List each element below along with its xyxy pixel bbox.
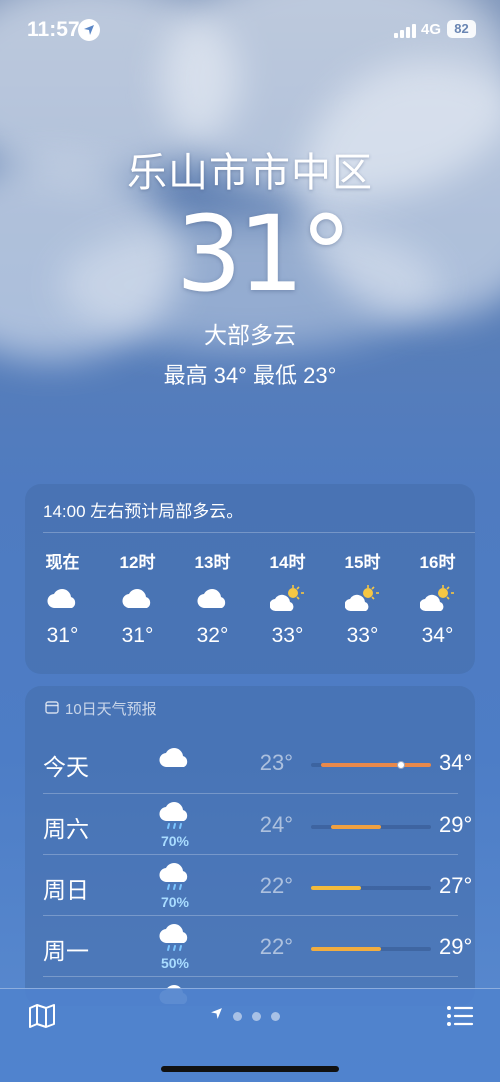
page-indicator[interactable] <box>210 1007 280 1025</box>
battery-icon: 82 <box>447 20 476 38</box>
day-low-temp: 22° <box>259 934 293 959</box>
home-indicator[interactable] <box>161 1066 339 1072</box>
high-low-temperature: 最高 34° 最低 23° <box>163 363 337 388</box>
cloud-icon <box>175 580 250 616</box>
status-time: 11:57 <box>27 18 80 41</box>
day-low-temp: 23° <box>259 750 293 775</box>
hour-item: 12时 31° <box>100 548 175 648</box>
day-name: 周一 <box>43 938 89 964</box>
hour-label: 15时 <box>344 553 381 572</box>
hour-item: 13时 32° <box>175 548 250 648</box>
cloud-rain-icon: 70% <box>155 863 195 910</box>
location-arrow-icon <box>210 1007 223 1025</box>
status-bar: 11:57 4G 82 <box>0 0 500 60</box>
day-high-temp: 29° <box>439 934 473 959</box>
hour-temp: 33° <box>346 624 379 647</box>
location-arrow-icon <box>78 19 100 41</box>
hour-temp: 31° <box>121 624 154 647</box>
day-row[interactable]: 周一 50% 22° 29° <box>43 915 472 976</box>
day-high-temp: 29° <box>439 812 473 837</box>
day-low-temp: 22° <box>259 873 293 898</box>
temp-range-bar <box>311 947 431 951</box>
hour-item: 14时 33° <box>250 548 325 648</box>
page-dot[interactable] <box>271 1011 280 1021</box>
cloud-icon <box>155 746 195 773</box>
day-name: 今天 <box>43 754 89 780</box>
current-weather: 乐山市市中区 31° 大部多云 最高 34° 最低 23° <box>0 140 500 390</box>
hour-label: 13时 <box>194 553 231 572</box>
current-temp-dot <box>397 761 405 769</box>
hourly-forecast-card[interactable]: 14:00 左右预计局部多云。 现在 31° 12时 31° 13时 32° 1… <box>25 484 475 674</box>
hour-temp: 31° <box>46 624 79 647</box>
temp-range-bar <box>311 886 431 890</box>
cloud-rain-icon: 70% <box>155 802 195 849</box>
hour-temp: 33° <box>271 624 304 647</box>
city-name: 乐山市市中区 <box>127 151 373 195</box>
temp-range-bar <box>311 761 431 769</box>
day-low-temp: 24° <box>259 812 293 837</box>
hour-label: 现在 <box>45 553 80 572</box>
hour-item: 16时 34° <box>400 548 475 648</box>
sun-behind-cloud-icon <box>400 580 475 616</box>
temp-range-fill <box>311 886 361 890</box>
precip-chance: 50% <box>160 955 190 971</box>
map-icon[interactable] <box>28 1003 56 1034</box>
current-temperature: 31° <box>175 193 352 315</box>
hourly-list[interactable]: 现在 31° 12时 31° 13时 32° 14时 33° 15时 33° 1… <box>25 548 475 648</box>
day-name: 周日 <box>43 877 89 903</box>
cloud-rain-icon: 50% <box>155 924 195 971</box>
calendar-icon <box>45 700 59 718</box>
precip-chance: 70% <box>160 894 190 910</box>
daily-header-label: 10日天气预报 <box>65 701 157 718</box>
temp-range-bar <box>311 825 431 829</box>
page-dot[interactable] <box>252 1011 261 1021</box>
temp-range-fill <box>311 947 381 951</box>
day-high-temp: 34° <box>439 750 473 775</box>
bottom-toolbar <box>0 988 500 1082</box>
day-row[interactable]: 今天 23° 34° <box>43 732 472 793</box>
hour-item: 15时 33° <box>325 548 400 648</box>
network-type: 4G <box>421 21 442 38</box>
temp-range-fill <box>331 825 381 829</box>
page-dot[interactable] <box>233 1011 242 1021</box>
hourly-summary: 14:00 左右预计局部多云。 <box>43 502 244 521</box>
daily-header: 10日天气预报 <box>45 698 157 719</box>
signal-icon <box>394 22 416 38</box>
day-row[interactable]: 周日 70% 22° 27° <box>43 854 472 915</box>
temp-range-fill <box>321 763 431 767</box>
daily-forecast-card[interactable]: 10日天气预报 今天 23° 34° 周六 70% 24° 29° 周日 70%… <box>25 686 475 1006</box>
sun-behind-cloud-icon <box>250 580 325 616</box>
precip-chance: 70% <box>160 833 190 849</box>
hour-temp: 32° <box>196 624 229 647</box>
sun-behind-cloud-icon <box>325 580 400 616</box>
hour-temp: 34° <box>421 624 454 647</box>
hour-label: 16时 <box>419 553 456 572</box>
hour-label: 14时 <box>269 553 306 572</box>
day-row[interactable]: 周六 70% 24° 29° <box>43 793 472 854</box>
cloud-icon <box>100 580 175 616</box>
divider <box>43 532 475 533</box>
day-high-temp: 27° <box>439 873 473 898</box>
cloud-icon <box>25 580 100 616</box>
hour-item: 现在 31° <box>25 548 100 648</box>
list-icon[interactable] <box>446 1005 474 1032</box>
day-name: 周六 <box>43 816 89 842</box>
current-condition: 大部多云 <box>204 322 296 348</box>
hour-label: 12时 <box>119 553 156 572</box>
